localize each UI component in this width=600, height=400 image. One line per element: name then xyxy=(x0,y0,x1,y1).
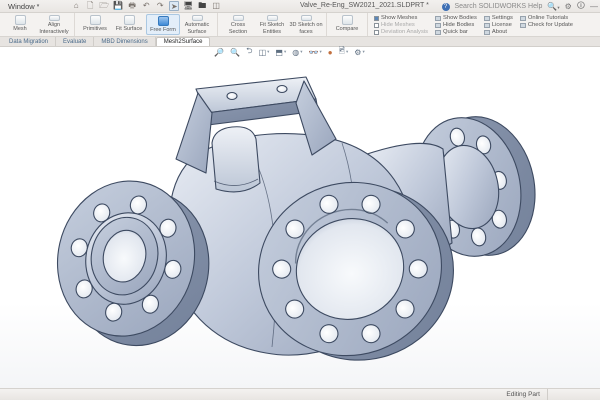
free-form-button[interactable]: Free Form xyxy=(146,14,180,35)
tab-evaluate[interactable]: Evaluate xyxy=(56,37,95,46)
redo-icon[interactable]: ↷ xyxy=(155,1,165,11)
titlebar-right: ? Search SOLIDWORKS Help 🔍▾ ⚙ 🛈 — xyxy=(441,0,598,14)
fit-sketch-icon xyxy=(266,15,278,22)
automatic-surface-icon xyxy=(191,15,203,22)
bodies-icon xyxy=(435,22,442,28)
window-menu[interactable]: Window ▾ xyxy=(0,0,45,12)
undo-icon[interactable]: ↶ xyxy=(141,1,151,11)
new-document-icon[interactable]: 🗋 xyxy=(85,1,95,11)
hide-meshes-toggle[interactable]: Hide Meshes xyxy=(374,22,428,28)
settings-icon xyxy=(483,15,490,21)
mesh-button[interactable]: Mesh xyxy=(3,14,37,35)
section-view-icon[interactable]: ◫ ▾ xyxy=(259,48,270,57)
check-for-update-link[interactable]: Check for Update xyxy=(519,22,573,28)
about-menu-item[interactable]: About xyxy=(483,29,513,35)
minimize-button[interactable]: — xyxy=(590,2,598,11)
statusbar-divider xyxy=(547,389,548,400)
ribbon-group-mesh: Mesh Align Interactively xyxy=(0,13,75,36)
checkbox-icon xyxy=(374,15,379,21)
tab-mbd-dimensions[interactable]: MBD Dimensions xyxy=(94,37,156,46)
save-icon[interactable]: 💾 xyxy=(113,1,123,11)
ribbon-group-surfacing: Primitives Fit Surface Free Form Automat… xyxy=(75,13,218,36)
bodies-icon xyxy=(435,15,442,21)
compare-button[interactable]: Compare xyxy=(330,14,364,35)
3d-sketch-on-faces-button[interactable]: 3D Sketch on faces xyxy=(289,14,323,35)
free-form-icon xyxy=(157,16,169,26)
fit-sketch-entities-button[interactable]: Fit Sketch Entities xyxy=(255,14,289,35)
3d-model-valve-body[interactable] xyxy=(0,47,600,388)
primitives-icon xyxy=(89,15,101,25)
title-bar: Window ▾ ⌂ 🗋 🗁 💾 🖶 ↶ ↷ ➤ 🖥 🖿 ◫ Valve_Re-… xyxy=(0,0,600,13)
view-settings-icon[interactable]: ⚙ ▾ xyxy=(354,48,364,57)
deviation-analysis-toggle[interactable]: Deviation Analysis xyxy=(374,29,428,35)
show-bodies-toggle[interactable]: Show Bodies xyxy=(435,15,477,21)
zoom-to-area-icon[interactable]: 🔍 xyxy=(230,48,240,57)
graphics-viewport[interactable]: 🔎 🔍 ⮌ ◫ ▾ ⬒ ▾ ◍ ▾ 👓 ▾ ● 🖻 ▾ ⚙ ▾ xyxy=(0,45,600,388)
help-icon[interactable]: 🛈 xyxy=(577,0,585,14)
rebuild-icon[interactable]: 🖥 xyxy=(183,1,193,11)
mesh-icon xyxy=(14,15,26,25)
zoom-to-fit-icon[interactable]: 🔎 xyxy=(214,48,224,57)
align-icon xyxy=(48,15,60,22)
align-interactively-button[interactable]: Align Interactively xyxy=(37,14,71,35)
hide-bodies-toggle[interactable]: Hide Bodies xyxy=(435,22,477,28)
compare-icon xyxy=(341,15,353,25)
tab-data-migration[interactable]: Data Migration xyxy=(2,37,57,46)
status-bar: Editing Part xyxy=(0,388,600,400)
about-icon xyxy=(483,29,490,35)
tutorials-icon xyxy=(519,15,526,21)
quick-bar-toggle[interactable]: Quick bar xyxy=(435,29,477,35)
apply-scene-icon[interactable]: 🖻 ▾ xyxy=(339,45,349,59)
document-title: Valve_Re-Eng_SW2021_2021.SLDPRT * xyxy=(300,2,429,9)
print-icon[interactable]: 🖶 xyxy=(127,1,137,11)
settings-menu-item[interactable]: Settings xyxy=(483,15,513,21)
quick-access-toolbar: ⌂ 🗋 🗁 💾 🖶 ↶ ↷ ➤ 🖥 🖿 ◫ xyxy=(71,1,221,11)
quick-bar-icon xyxy=(435,29,442,35)
checkbox-icon xyxy=(374,29,379,35)
update-icon xyxy=(519,22,526,28)
ribbon-group-compare: Compare xyxy=(327,13,368,36)
show-meshes-toggle[interactable]: Show Meshes xyxy=(374,15,428,21)
online-tutorials-link[interactable]: Online Tutorials xyxy=(519,15,573,21)
editing-mode-label: Editing Part xyxy=(506,391,540,398)
primitives-button[interactable]: Primitives xyxy=(78,14,112,35)
solidworks-help-icon: ? xyxy=(441,2,450,11)
search-icon[interactable]: 🔍▾ xyxy=(547,2,559,11)
display-style-icon[interactable]: ◍ ▾ xyxy=(292,48,302,57)
view-orientation-icon[interactable]: ⬒ ▾ xyxy=(275,48,286,57)
file-properties-icon[interactable]: ◫ xyxy=(211,1,221,11)
edit-appearance-icon[interactable]: ● xyxy=(328,48,333,57)
ribbon-group-sketch: Cross Section Fit Sketch Entities 3D Ske… xyxy=(218,13,327,36)
select-arrow-icon[interactable]: ➤ xyxy=(169,1,180,11)
cross-section-icon xyxy=(232,15,244,22)
home-icon[interactable]: ⌂ xyxy=(71,1,81,11)
license-icon xyxy=(483,22,490,28)
cross-section-button[interactable]: Cross Section xyxy=(221,14,255,35)
3d-sketch-icon xyxy=(300,15,312,22)
command-manager-ribbon: Mesh Align Interactively Primitives Fit … xyxy=(0,13,600,37)
hide-show-items-icon[interactable]: 👓 ▾ xyxy=(308,48,321,57)
tab-mesh2surface[interactable]: Mesh2Surface xyxy=(155,37,211,46)
settings-gear-icon[interactable]: ⚙ xyxy=(565,2,572,11)
previous-view-icon[interactable]: ⮌ xyxy=(246,45,252,59)
options-icon[interactable]: 🖿 xyxy=(197,1,207,11)
open-icon[interactable]: 🗁 xyxy=(99,1,109,11)
license-menu-item[interactable]: License xyxy=(483,22,513,28)
automatic-surface-button[interactable]: Automatic Surface xyxy=(180,14,214,35)
ribbon-toggle-panel: Show Meshes Hide Meshes Deviation Analys… xyxy=(368,13,577,36)
chevron-down-icon: ▾ xyxy=(36,3,40,9)
help-search-input[interactable]: Search SOLIDWORKS Help xyxy=(455,3,543,10)
checkbox-icon xyxy=(374,22,379,28)
heads-up-view-toolbar: 🔎 🔍 ⮌ ◫ ▾ ⬒ ▾ ◍ ▾ 👓 ▾ ● 🖻 ▾ ⚙ ▾ xyxy=(214,45,364,59)
fit-surface-icon xyxy=(123,15,135,25)
fit-surface-button[interactable]: Fit Surface xyxy=(112,14,146,35)
window-menu-label: Window xyxy=(8,1,35,11)
